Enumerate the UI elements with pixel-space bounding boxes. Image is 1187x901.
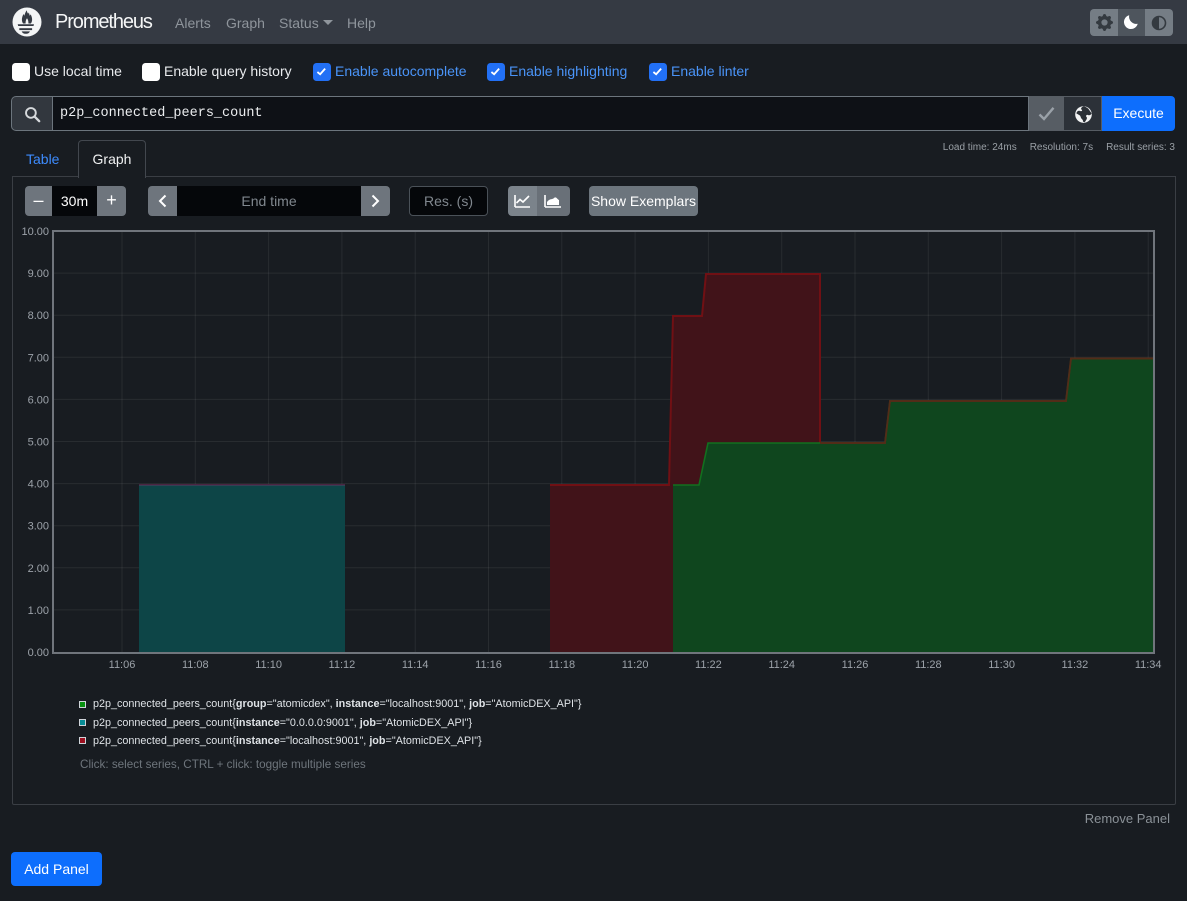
svg-text:11:14: 11:14 <box>402 659 429 671</box>
svg-text:8.00: 8.00 <box>28 310 49 322</box>
svg-text:1.00: 1.00 <box>28 605 49 617</box>
svg-text:2.00: 2.00 <box>28 563 49 575</box>
svg-text:11:12: 11:12 <box>329 659 356 671</box>
svg-text:11:24: 11:24 <box>768 659 795 671</box>
svg-text:11:22: 11:22 <box>695 659 722 671</box>
svg-text:5.00: 5.00 <box>28 437 49 449</box>
svg-text:3.00: 3.00 <box>28 521 49 533</box>
svg-text:11:20: 11:20 <box>622 659 649 671</box>
svg-text:11:18: 11:18 <box>548 659 575 671</box>
svg-text:10.00: 10.00 <box>21 226 49 238</box>
svg-text:11:28: 11:28 <box>915 659 942 671</box>
svg-text:7.00: 7.00 <box>28 352 49 364</box>
svg-text:9.00: 9.00 <box>28 268 49 280</box>
svg-text:11:06: 11:06 <box>109 659 136 671</box>
svg-text:11:10: 11:10 <box>255 659 282 671</box>
svg-text:11:08: 11:08 <box>182 659 209 671</box>
svg-text:11:30: 11:30 <box>988 659 1015 671</box>
svg-text:4.00: 4.00 <box>28 479 49 491</box>
svg-text:6.00: 6.00 <box>28 394 49 406</box>
svg-text:11:34: 11:34 <box>1135 659 1162 671</box>
svg-text:11:26: 11:26 <box>842 659 869 671</box>
svg-text:11:16: 11:16 <box>475 659 502 671</box>
svg-text:0.00: 0.00 <box>28 647 49 659</box>
svg-text:11:32: 11:32 <box>1062 659 1089 671</box>
